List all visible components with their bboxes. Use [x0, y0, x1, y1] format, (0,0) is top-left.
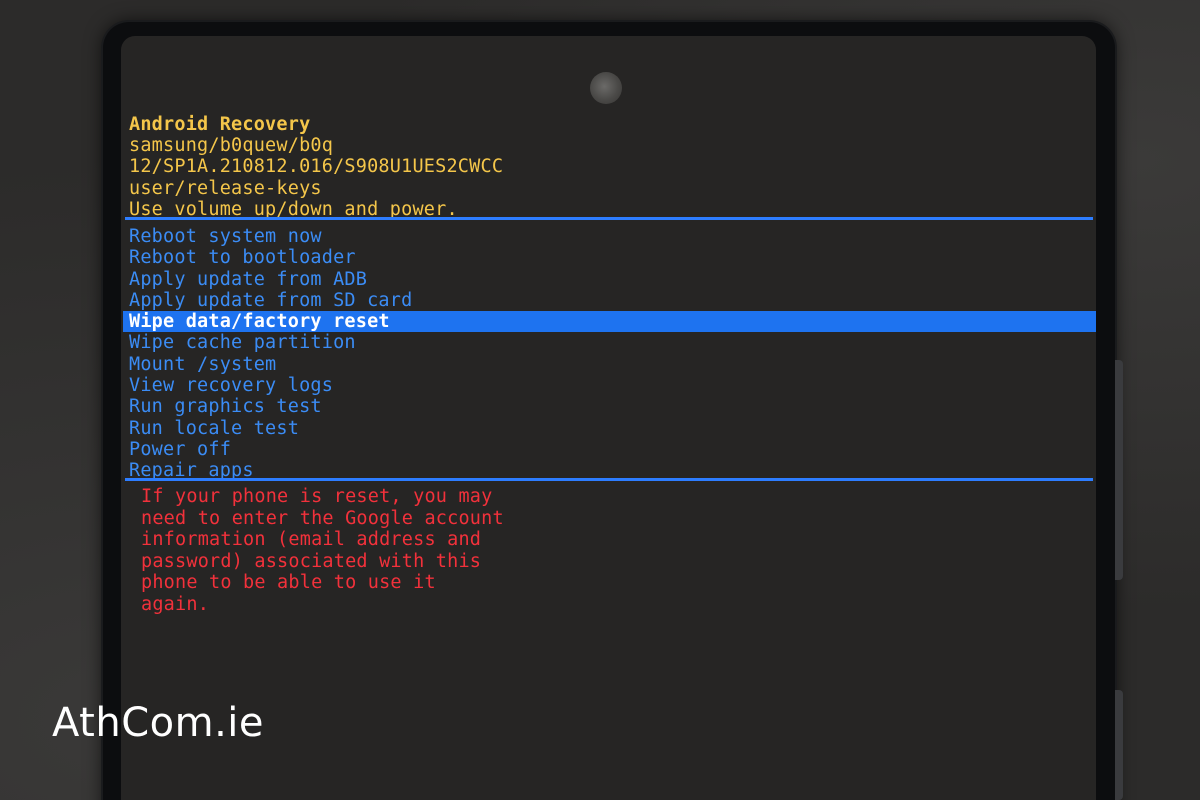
warning-line: If your phone is reset, you may: [141, 486, 493, 507]
menu-item-mount-system[interactable]: Mount /system: [127, 354, 1089, 375]
menu-bottom-divider: [125, 478, 1093, 481]
menu-item-run-locale-test[interactable]: Run locale test: [127, 418, 1089, 439]
front-camera-icon: [590, 72, 622, 104]
build-device-line: samsung/b0quew/b0q: [129, 135, 334, 157]
recovery-screen: Android Recovery samsung/b0quew/b0q 12/S…: [121, 36, 1096, 800]
menu-item-wipe-data-factory-reset[interactable]: Wipe data/factory reset: [123, 311, 1096, 333]
warning-line: information (email address and: [141, 529, 482, 551]
warning-line: again.: [141, 593, 210, 615]
menu-item-run-graphics-test[interactable]: Run graphics test: [127, 396, 1089, 417]
menu-item-reboot-system[interactable]: Reboot system now: [127, 226, 1089, 247]
recovery-title: Android Recovery: [129, 114, 311, 135]
menu-top-divider: [125, 217, 1093, 220]
build-keys-line: user/release-keys: [129, 177, 322, 199]
menu-item-wipe-cache[interactable]: Wipe cache partition: [127, 332, 1089, 353]
menu-item-power-off[interactable]: Power off: [127, 439, 1089, 460]
warning-line: need to enter the Google account: [141, 507, 504, 529]
warning-line: phone to be able to use it: [141, 572, 436, 594]
menu-item-view-recovery-logs[interactable]: View recovery logs: [127, 375, 1089, 396]
menu-item-reboot-bootloader[interactable]: Reboot to bootloader: [127, 247, 1089, 268]
recovery-menu: Reboot system now Reboot to bootloader A…: [123, 226, 1096, 482]
volume-button[interactable]: [1115, 360, 1123, 580]
power-button[interactable]: [1115, 690, 1123, 800]
menu-item-apply-update-adb[interactable]: Apply update from ADB: [127, 269, 1089, 290]
build-version-line: 12/SP1A.210812.016/S908U1UES2CWCC: [129, 156, 504, 178]
menu-item-apply-update-sd[interactable]: Apply update from SD card: [127, 290, 1089, 311]
watermark-logo: AthCom.ie: [52, 700, 264, 746]
reset-warning-message: If your phone is reset, you may need to …: [141, 486, 504, 616]
warning-line: password) associated with this: [141, 550, 482, 572]
recovery-header: Android Recovery samsung/b0quew/b0q 12/S…: [129, 114, 503, 220]
